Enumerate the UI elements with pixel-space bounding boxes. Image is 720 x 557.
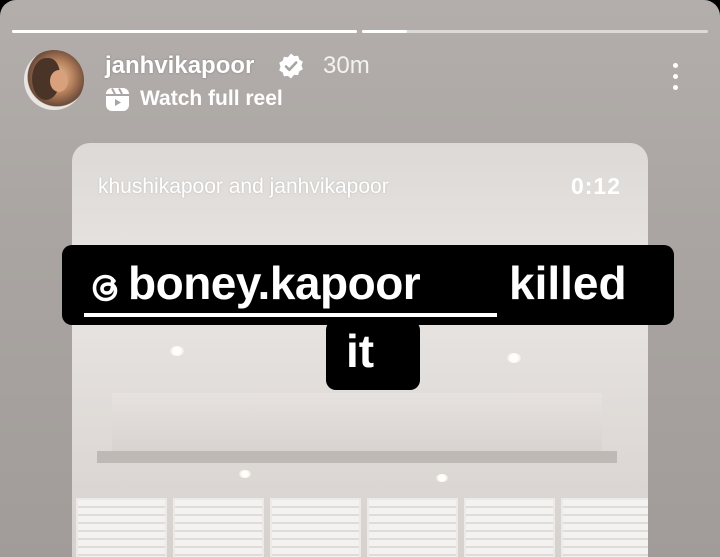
username[interactable]: janhvikapoor [105, 52, 254, 80]
ceiling-panel [112, 393, 602, 451]
mention-link[interactable]: boney.kapoor [128, 256, 421, 310]
post-time: 30m [323, 52, 370, 79]
cabinet-door [464, 498, 555, 557]
reel-collaborators: khushikapoor and janhvikapoor [98, 175, 389, 198]
verified-badge-icon [279, 53, 303, 79]
mention-underline [84, 313, 497, 317]
story-progress-bar-2 [362, 30, 708, 33]
reel-icon [106, 88, 129, 111]
ceiling-light [239, 470, 251, 478]
story-progress-bar-1 [12, 30, 357, 33]
ceiling-light [436, 474, 448, 482]
cabinet-door [173, 498, 264, 557]
ceiling-light [507, 353, 521, 363]
threads-icon [92, 274, 118, 302]
more-options-icon[interactable] [665, 63, 685, 95]
avatar[interactable] [24, 50, 84, 110]
cabinet-door [367, 498, 458, 557]
watch-full-reel-link[interactable]: Watch full reel [140, 87, 283, 111]
avatar-face [50, 70, 68, 92]
cabinet-door [561, 498, 648, 557]
cabinet-door [76, 498, 167, 557]
cabinet-door [270, 498, 361, 557]
story-progress-fill-2 [362, 30, 407, 33]
story-progress-fill-1 [12, 30, 357, 33]
caption-text: it [346, 325, 375, 377]
more-dot [672, 85, 678, 90]
ceiling-cove [97, 451, 617, 463]
cabinets [72, 498, 648, 557]
more-dot [672, 74, 678, 79]
more-dot [672, 63, 678, 68]
reel-duration: 0:12 [570, 173, 621, 199]
story-viewer[interactable]: janhvikapoor 30m Watch full reel khushik… [0, 0, 720, 557]
caption-text: killed [509, 257, 627, 309]
ceiling-light [170, 346, 184, 356]
